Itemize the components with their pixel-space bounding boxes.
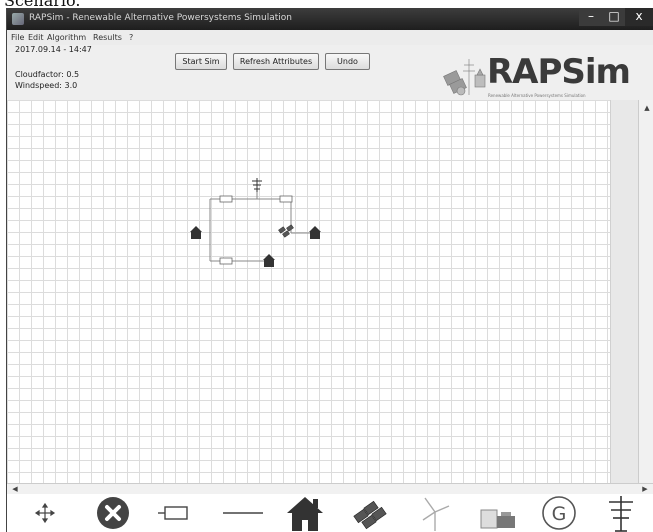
delete-icon[interactable] — [93, 494, 133, 532]
logo-name: RAPSim — [487, 52, 631, 92]
component-palette: G — [7, 494, 653, 532]
minimize-button[interactable]: – — [579, 8, 603, 26]
vertical-scrollbar[interactable]: ▲ — [638, 100, 653, 483]
app-window: RAPSim - Renewable Alternative Powersyst… — [6, 8, 653, 532]
bus-icon[interactable] — [155, 494, 195, 532]
grid-tower-icon[interactable] — [601, 494, 641, 532]
generator-label: G — [552, 503, 567, 525]
menu-help[interactable]: ? — [129, 33, 133, 42]
menu-algorithm[interactable]: Algorithm — [47, 33, 86, 42]
logo-graphic — [443, 59, 486, 96]
house-icon[interactable] — [309, 226, 321, 239]
grid-tower-icon[interactable] — [252, 178, 262, 192]
scroll-up-icon[interactable]: ▲ — [640, 102, 653, 114]
line-icon[interactable] — [221, 494, 265, 532]
logo-tagline: Renewable Alternative Powersystems Simul… — [488, 93, 586, 98]
maximize-button[interactable]: □ — [603, 8, 625, 26]
menu-bar: File Edit Algorithm Results ? — [7, 30, 653, 45]
grid-canvas[interactable] — [7, 100, 610, 483]
battery-icon[interactable] — [477, 494, 521, 532]
move-icon[interactable] — [31, 494, 59, 532]
solar-panel-icon[interactable] — [349, 494, 393, 532]
toolbar: 2017.09.14 - 14:47 Cloudfactor: 0.5 Wind… — [7, 45, 653, 101]
title-bar: RAPSim - Renewable Alternative Powersyst… — [7, 8, 653, 30]
bus-node[interactable] — [279, 195, 293, 203]
generator-icon[interactable]: G — [539, 494, 579, 532]
properties-strip — [610, 100, 639, 483]
house-icon[interactable] — [263, 254, 275, 267]
datetime-label: 2017.09.14 - 14:47 — [15, 45, 92, 54]
start-sim-button[interactable]: Start Sim — [175, 53, 227, 70]
menu-file[interactable]: File — [11, 33, 24, 42]
window-title: RAPSim - Renewable Alternative Powersyst… — [29, 13, 293, 23]
cloudfactor-label: Cloudfactor: 0.5 — [15, 70, 80, 79]
network-diagram — [190, 178, 321, 267]
windspeed-label: Windspeed: 3.0 — [15, 81, 78, 90]
bus-node[interactable] — [219, 257, 233, 265]
wind-turbine-icon[interactable] — [417, 494, 453, 532]
close-button[interactable]: x — [625, 8, 653, 26]
menu-edit[interactable]: Edit — [28, 33, 44, 42]
bus-node[interactable] — [219, 195, 233, 203]
refresh-attributes-button[interactable]: Refresh Attributes — [233, 53, 319, 70]
undo-button[interactable]: Undo — [325, 53, 370, 70]
house-icon[interactable] — [283, 494, 327, 532]
app-icon — [12, 13, 24, 25]
menu-results[interactable]: Results — [93, 33, 122, 42]
house-icon[interactable] — [190, 226, 202, 239]
